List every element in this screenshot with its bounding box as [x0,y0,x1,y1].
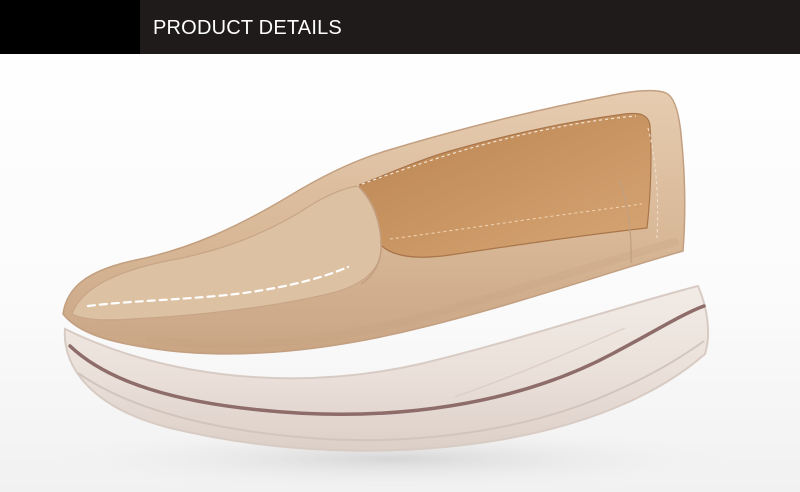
product-photo [40,89,740,491]
upper-group [62,89,686,355]
header-bar: PRODUCT DETAILS [0,0,800,54]
page-title: PRODUCT DETAILS [153,17,342,39]
header-accent-block [0,0,140,54]
product-details-page: PRODUCT DETAILS [0,0,800,492]
